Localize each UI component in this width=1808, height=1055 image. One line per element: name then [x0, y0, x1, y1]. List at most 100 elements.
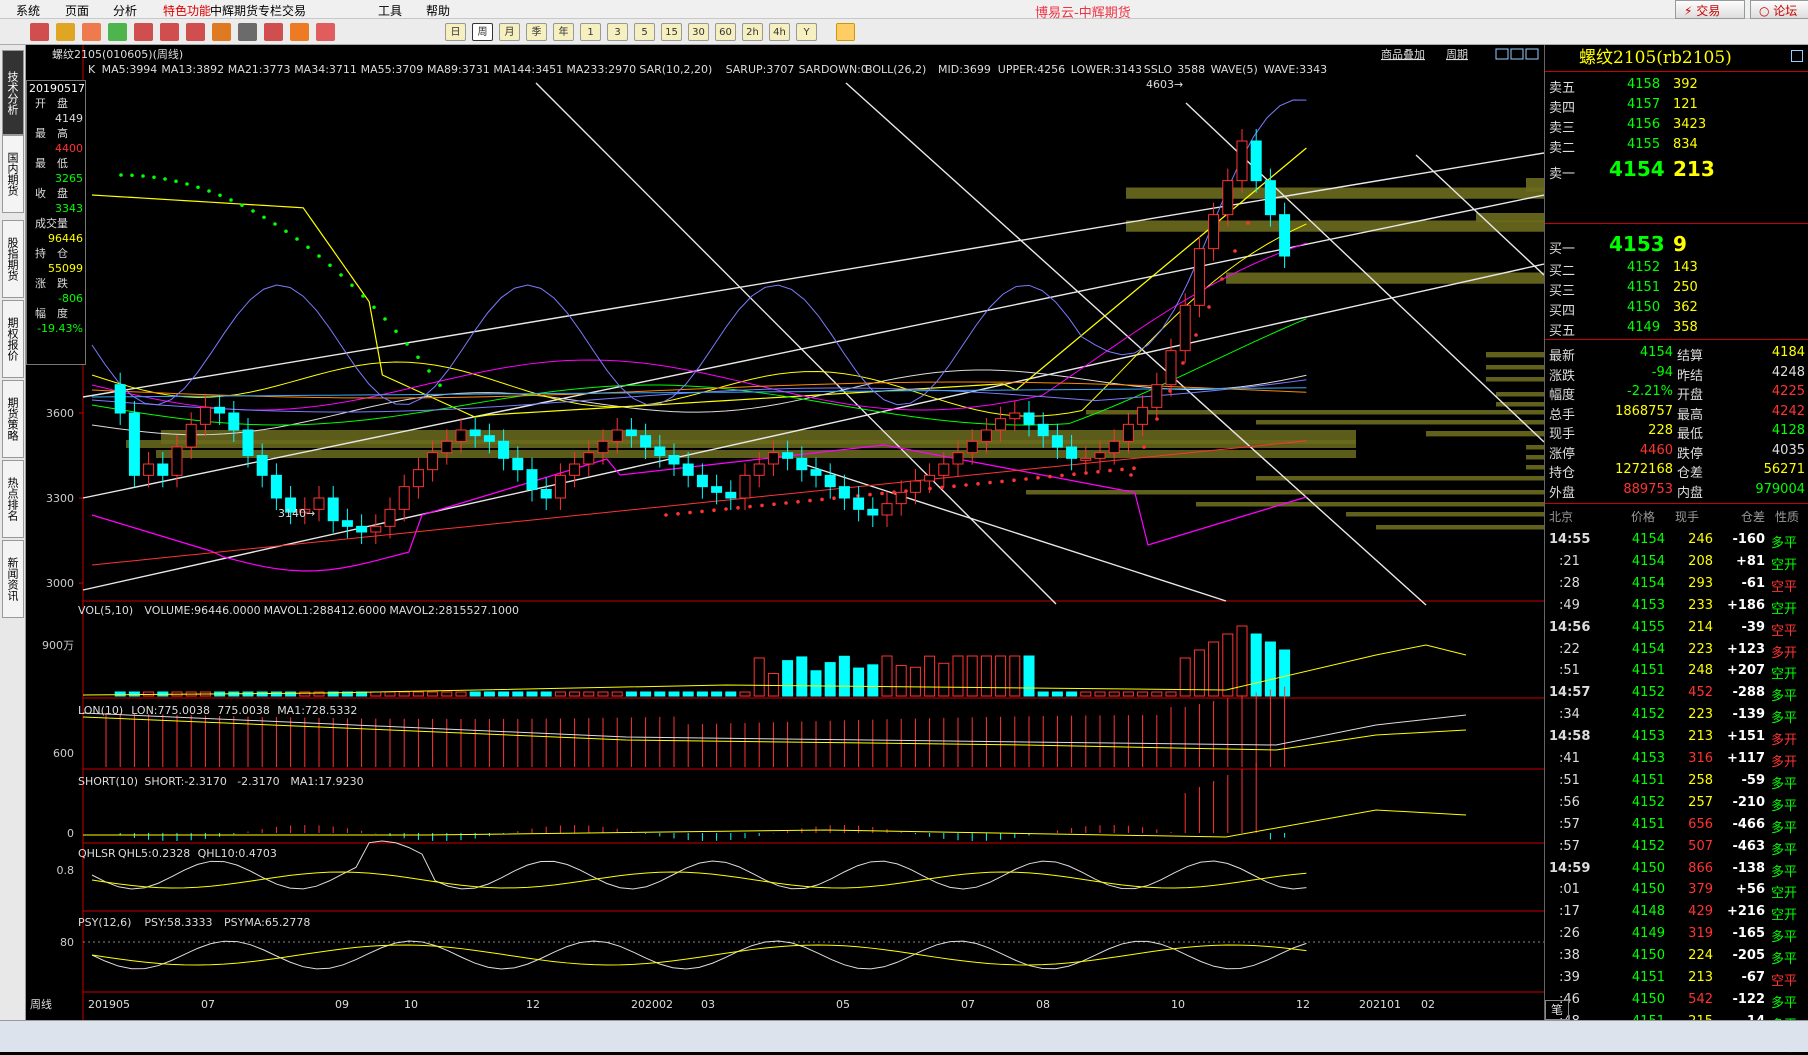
candle[interactable]	[1051, 435, 1063, 448]
menu-item-4[interactable]: 中辉期货专栏	[210, 2, 282, 19]
candle[interactable]	[441, 440, 453, 454]
zoom-in-icon[interactable]	[134, 23, 153, 41]
candle[interactable]	[810, 469, 822, 476]
candle[interactable]	[1066, 446, 1078, 459]
grid-icon[interactable]	[238, 23, 257, 41]
candle[interactable]	[398, 486, 410, 510]
candle[interactable]	[228, 412, 240, 431]
candle[interactable]	[782, 452, 794, 459]
forum-button[interactable]: ○ 论坛	[1750, 0, 1808, 19]
candle[interactable]	[526, 469, 538, 490]
candle[interactable]	[327, 497, 339, 522]
candle[interactable]	[625, 429, 637, 437]
candle[interactable]	[185, 423, 197, 448]
candle[interactable]	[1264, 180, 1276, 216]
period-button-1[interactable]: 周	[472, 23, 493, 41]
period-button-6[interactable]: 3	[607, 23, 628, 41]
candle[interactable]	[554, 474, 566, 499]
trend-line[interactable]	[535, 82, 1057, 605]
fx-icon[interactable]	[290, 23, 309, 41]
period-button-0[interactable]: 日	[445, 23, 466, 41]
candle[interactable]	[966, 440, 978, 454]
window-control-icon[interactable]	[1510, 48, 1524, 60]
ask-row[interactable]: 卖五 4158 392	[1545, 75, 1808, 96]
quote-panel-icon[interactable]	[1791, 50, 1803, 62]
candle[interactable]	[980, 429, 992, 442]
menu-item-3[interactable]: 特色功能	[163, 2, 211, 19]
period-button-4[interactable]: 年	[553, 23, 574, 41]
menu-item-2[interactable]: 分析	[113, 2, 137, 19]
period-button-12[interactable]: 4h	[769, 23, 790, 41]
side-tab-3[interactable]: 期权报价	[2, 300, 24, 378]
trade-button[interactable]: ⚡ 交易	[1675, 0, 1745, 19]
candle[interactable]	[483, 435, 495, 442]
candle[interactable]	[924, 474, 936, 482]
period-button-3[interactable]: 季	[526, 23, 547, 41]
menu-item-5[interactable]: 交易	[282, 2, 306, 19]
candle[interactable]	[881, 503, 893, 516]
period-button-8[interactable]: 15	[661, 23, 682, 41]
bottom-tab[interactable]: 笔	[1545, 1000, 1569, 1020]
chart-icon[interactable]	[264, 23, 283, 41]
candle[interactable]	[412, 469, 424, 488]
bid-row[interactable]: 买三 4151 250	[1545, 278, 1808, 299]
candle[interactable]	[1080, 457, 1092, 461]
candle[interactable]	[1165, 350, 1177, 386]
side-tab-2[interactable]: 股指期货	[2, 220, 24, 298]
ask-row[interactable]: 卖一 4154 213	[1545, 155, 1808, 183]
candle[interactable]	[270, 474, 282, 499]
candle[interactable]	[725, 491, 737, 499]
refresh-icon[interactable]	[108, 23, 127, 41]
period-link[interactable]: 周期	[1446, 48, 1468, 61]
list-icon[interactable]	[316, 23, 335, 41]
candle[interactable]	[1037, 423, 1049, 437]
candle[interactable]	[128, 412, 140, 476]
folder-icon[interactable]	[82, 23, 101, 41]
candle[interactable]	[1179, 304, 1191, 352]
candle[interactable]	[341, 520, 353, 527]
candle[interactable]	[427, 452, 439, 471]
candle[interactable]	[199, 406, 211, 425]
candle[interactable]	[867, 508, 879, 516]
candle[interactable]	[1279, 214, 1291, 257]
tools-icon[interactable]	[186, 23, 205, 41]
candle[interactable]	[157, 463, 169, 476]
candle[interactable]	[796, 457, 808, 471]
window-control-icon[interactable]	[1495, 48, 1509, 60]
candle[interactable]	[696, 474, 708, 488]
candle[interactable]	[838, 486, 850, 499]
ask-row[interactable]: 卖二 4155 834	[1545, 135, 1808, 156]
candle[interactable]	[1151, 384, 1163, 408]
bid-row[interactable]: 买四 4150 362	[1545, 298, 1808, 319]
trend-line[interactable]	[845, 82, 1427, 606]
period-button-10[interactable]: 60	[715, 23, 736, 41]
calc-icon[interactable]	[836, 23, 855, 41]
bid-row[interactable]: 买二 4152 143	[1545, 258, 1808, 279]
candle[interactable]	[1108, 440, 1120, 454]
candle[interactable]	[654, 446, 666, 456]
period-button-11[interactable]: 2h	[742, 23, 763, 41]
period-button-9[interactable]: 30	[688, 23, 709, 41]
candle[interactable]	[583, 452, 595, 465]
candle[interactable]	[242, 429, 254, 456]
bid-row[interactable]: 买五 4149 358	[1545, 318, 1808, 339]
zoom-out-icon[interactable]	[160, 23, 179, 41]
candle[interactable]	[114, 384, 126, 414]
candle[interactable]	[711, 486, 723, 493]
candle[interactable]	[370, 525, 382, 533]
side-tab-0[interactable]: 技术分析	[2, 50, 24, 135]
candle[interactable]	[995, 418, 1007, 431]
candle[interactable]	[909, 480, 921, 493]
candle[interactable]	[739, 474, 751, 499]
candle[interactable]	[938, 463, 950, 476]
trend-line[interactable]	[82, 263, 1544, 591]
candle[interactable]	[597, 440, 609, 454]
period-button-2[interactable]: 月	[499, 23, 520, 41]
period-button-13[interactable]: Y	[796, 23, 817, 41]
side-tab-4[interactable]: 期货策略	[2, 380, 24, 458]
menu-item-1[interactable]: 页面	[65, 2, 89, 19]
candle[interactable]	[767, 452, 779, 465]
ask-row[interactable]: 卖四 4157 121	[1545, 95, 1808, 116]
chart-area[interactable]: K MA5:3994 MA13:3892 MA21:3773 MA34:3711 MA55…	[26, 45, 1544, 1020]
candle[interactable]	[824, 474, 836, 488]
